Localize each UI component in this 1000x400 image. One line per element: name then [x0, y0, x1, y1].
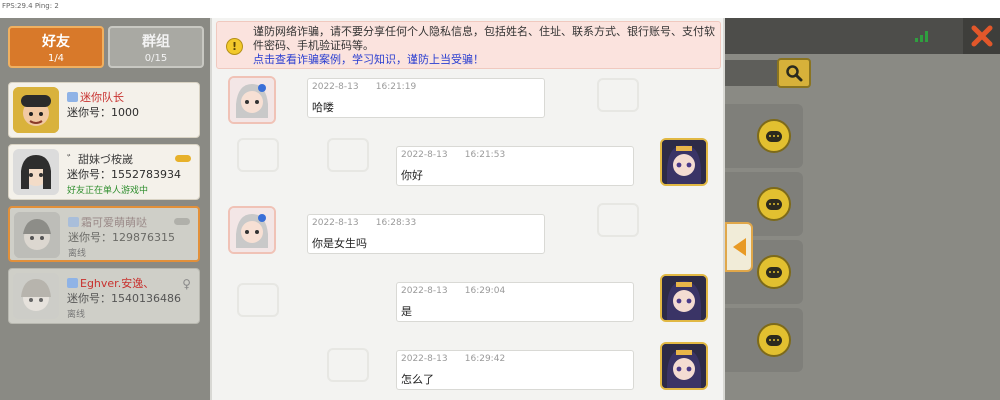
friend-uid: 迷你号：1540136486: [67, 292, 181, 305]
friend-name: Eghver.安逸、: [80, 277, 155, 290]
friend-status: 离线: [67, 310, 86, 320]
avatar: [13, 273, 59, 319]
fraud-warning-banner: ! 谨防网络诈骗，请不要分享任何个人隐私信息，包括姓名、住址、联系方式、银行账号…: [216, 21, 721, 69]
message-time: 2022-8-13 16:21:53: [401, 150, 506, 160]
friend-name: 霜可爱萌萌哒: [81, 216, 147, 229]
tab-friends-count: 1/4: [47, 52, 65, 64]
list-card: [725, 104, 803, 168]
background-panel: [725, 18, 1000, 400]
wifi-icon: [915, 31, 928, 42]
mask-icon: [175, 155, 191, 162]
chat-icon: [766, 266, 782, 278]
message-time: 2022-8-13 16:21:19: [312, 82, 417, 92]
watermark-icon: [597, 203, 639, 237]
watermark-icon: [597, 78, 639, 112]
mask-icon: [174, 218, 190, 225]
friend-name-row: Eghver.安逸、: [67, 275, 154, 291]
friend-item[interactable]: 迷你队长 迷你号：1000: [8, 82, 200, 138]
fps-ping-overlay: FPS:29.4 Ping: 2: [2, 2, 59, 10]
message-text: 你是女生吗: [312, 237, 367, 250]
message-time: 2022-8-13 16:28:33: [312, 218, 417, 228]
friend-name: 迷你队长: [80, 91, 124, 104]
friend-name-row: 迷你队长: [67, 89, 124, 105]
female-icon: ♀: [182, 277, 191, 291]
list-card: [725, 308, 803, 372]
friends-panel: 好友 1/4 群组 0/15 迷你队长 迷你号：1000 ゛甜妹づ桉嵗 迷你号：…: [0, 18, 210, 400]
tab-groups[interactable]: 群组 0/15: [108, 26, 204, 68]
avatar[interactable]: [228, 206, 276, 254]
friend-status: 离线: [68, 249, 87, 259]
warning-message: 谨防网络诈骗，请不要分享任何个人隐私信息，包括姓名、住址、联系方式、银行账号、支…: [253, 25, 715, 52]
avatar: [14, 212, 60, 258]
tab-friends-label: 好友: [42, 33, 70, 50]
chat-panel[interactable]: ! 谨防网络诈骗，请不要分享任何个人隐私信息，包括姓名、住址、联系方式、银行账号…: [210, 18, 725, 400]
message-bubble: 2022-8-13 16:29:42 怎么了: [396, 350, 634, 390]
vip-badge-icon: [67, 278, 78, 288]
tab-friends[interactable]: 好友 1/4: [8, 26, 104, 68]
watermark-icon: [237, 138, 279, 172]
message-text: 你好: [401, 169, 423, 182]
avatar: [13, 149, 59, 195]
message-text: 哈喽: [312, 101, 334, 114]
chat-button[interactable]: [757, 255, 791, 289]
close-button[interactable]: [963, 18, 1000, 54]
watermark-icon: [327, 138, 369, 172]
warning-icon: !: [226, 38, 243, 55]
avatar[interactable]: [660, 342, 708, 390]
tab-groups-label: 群组: [142, 33, 170, 50]
message-time: 2022-8-13 16:29:04: [401, 286, 506, 296]
avatar[interactable]: [660, 274, 708, 322]
avatar[interactable]: [228, 76, 276, 124]
search-icon: [786, 65, 803, 82]
chat-button[interactable]: [757, 187, 791, 221]
friend-status: 好友正在单人游戏中: [67, 186, 149, 196]
chat-icon: [766, 334, 782, 346]
message-bubble: 2022-8-13 16:21:53 你好: [396, 146, 634, 186]
friend-item[interactable]: ゛甜妹づ桉嵗 迷你号：1552783934 好友正在单人游戏中: [8, 144, 200, 200]
watermark-icon: [327, 348, 369, 382]
friend-item[interactable]: Eghver.安逸、 ♀ 迷你号：1540136486 离线: [8, 268, 200, 324]
message-bubble: 2022-8-13 16:29:04 是: [396, 282, 634, 322]
right-header: [725, 18, 1000, 54]
search-button[interactable]: [777, 58, 811, 88]
fraud-cases-link[interactable]: 点击查看诈骗案例，学习知识，谨防上当受骗！: [253, 53, 719, 67]
message-bubble: 2022-8-13 16:21:19 哈喽: [307, 78, 545, 118]
arrow-left-icon: [732, 238, 746, 256]
friend-uid: 迷你号：1552783934: [67, 168, 181, 181]
friend-name: ゛甜妹づ桉嵗: [67, 153, 133, 166]
tab-groups-count: 0/15: [144, 52, 168, 64]
friend-uid: 迷你号：1000: [67, 106, 139, 119]
search-input[interactable]: [725, 60, 785, 86]
avatar: [13, 87, 59, 133]
chat-button[interactable]: [757, 323, 791, 357]
chat-button[interactable]: [757, 119, 791, 153]
vip-badge-icon: [68, 217, 79, 227]
friend-name-row: 霜可爱萌萌哒: [68, 214, 147, 230]
message-bubble: 2022-8-13 16:28:33 你是女生吗: [307, 214, 545, 254]
warning-text: 谨防网络诈骗，请不要分享任何个人隐私信息，包括姓名、住址、联系方式、银行账号、支…: [253, 25, 719, 67]
friend-item[interactable]: 霜可爱萌萌哒 迷你号：129876315 离线: [8, 206, 200, 262]
chat-icon: [766, 130, 782, 142]
message-text: 是: [401, 305, 412, 318]
friend-uid: 迷你号：129876315: [68, 231, 175, 244]
chat-icon: [766, 198, 782, 210]
top-strip: FPS:29.4 Ping: 2: [0, 0, 1000, 18]
message-time: 2022-8-13 16:29:42: [401, 354, 506, 364]
watermark-icon: [237, 283, 279, 317]
avatar[interactable]: [660, 138, 708, 186]
message-text: 怎么了: [401, 373, 434, 386]
close-icon: [971, 25, 992, 47]
vip-badge-icon: [67, 92, 78, 102]
collapse-panel-button[interactable]: [725, 222, 753, 272]
